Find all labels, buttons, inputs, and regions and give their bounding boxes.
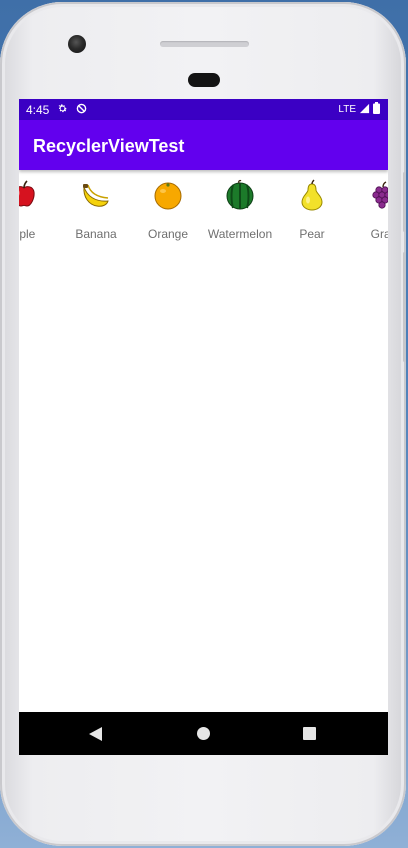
home-icon[interactable] — [197, 727, 210, 740]
pear-icon — [301, 179, 323, 211]
settings-icon — [57, 103, 68, 117]
volume-button — [403, 252, 406, 362]
navigation-bar — [19, 712, 388, 755]
app-title: RecyclerViewTest — [33, 136, 185, 156]
network-type: LTE — [338, 104, 356, 115]
back-icon[interactable] — [89, 727, 102, 741]
status-bar: 4:45 LTE — [19, 99, 388, 120]
front-camera — [68, 35, 86, 53]
signal-icon — [359, 103, 370, 117]
apple-icon — [19, 180, 35, 207]
phone-frame: 4:45 LTE RecyclerViewTest ple Banana Ora… — [0, 2, 406, 846]
battery-icon — [373, 102, 380, 117]
fruit-track: pple Banana Orange — [19, 170, 388, 250]
recents-icon[interactable] — [303, 727, 316, 740]
earpiece — [160, 41, 249, 47]
fruit-recycler-view[interactable]: pple Banana Orange — [19, 170, 388, 250]
list-item-grape[interactable]: Grap — [348, 170, 388, 250]
list-item-label: Grap — [370, 227, 388, 241]
grape-icon — [372, 181, 388, 209]
banana-icon — [83, 184, 109, 207]
app-bar: RecyclerViewTest — [19, 120, 388, 170]
screen: 4:45 LTE RecyclerViewTest ple Banana Ora… — [19, 99, 388, 755]
watermelon-icon — [226, 180, 254, 210]
status-time: 4:45 — [26, 102, 50, 117]
power-button — [403, 172, 406, 232]
orange-icon — [154, 182, 182, 210]
proximity-sensor — [188, 73, 220, 87]
no-disturb-icon — [76, 103, 87, 117]
